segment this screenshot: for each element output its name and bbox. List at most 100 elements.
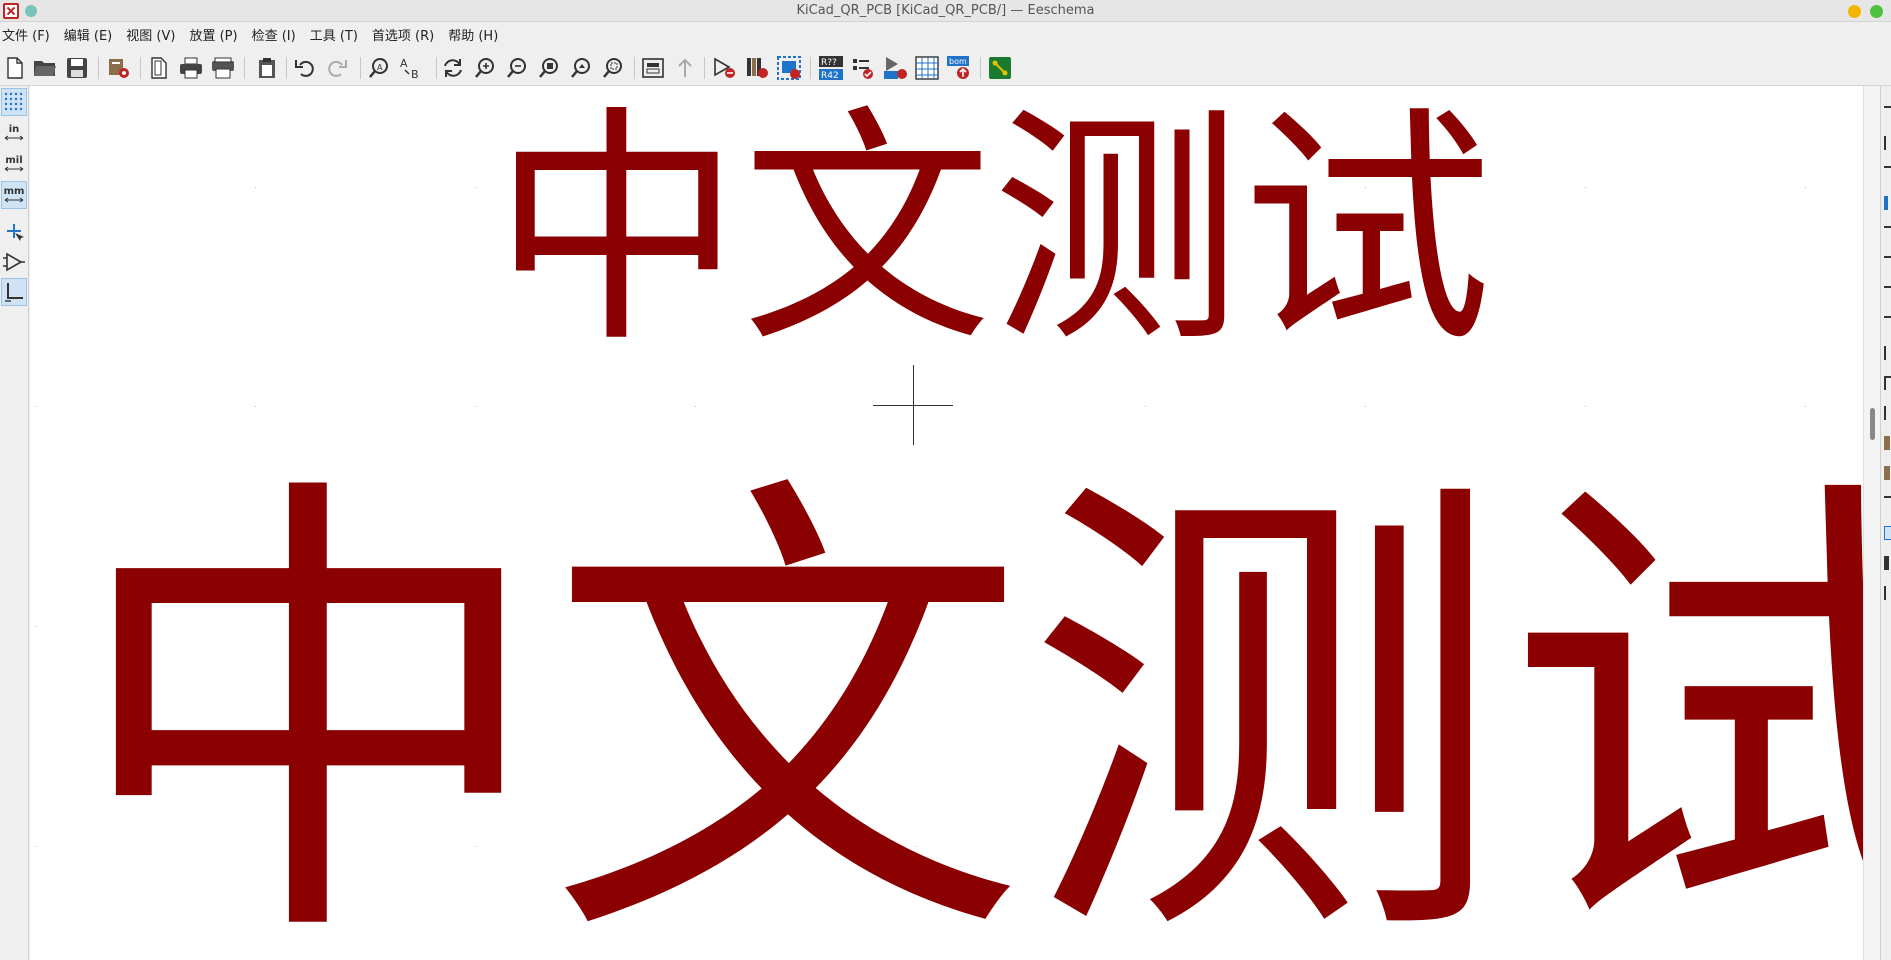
toolbar-separator: [360, 57, 361, 79]
menu-file[interactable]: 文件 (F): [2, 25, 56, 44]
print-icon[interactable]: [178, 55, 204, 81]
add-text-icon[interactable]: [1884, 526, 1891, 540]
find-icon[interactable]: A: [366, 55, 392, 81]
toolbar-separator: [634, 57, 635, 79]
zoom-objects-icon[interactable]: [568, 55, 594, 81]
grid-dot: [475, 406, 476, 407]
svg-text:A: A: [377, 63, 383, 72]
grid-dot: [1585, 406, 1586, 407]
grid-toggle-icon[interactable]: [1, 88, 27, 116]
delete-tool-icon[interactable]: [1884, 586, 1891, 600]
grid-dot: [255, 187, 256, 188]
import-sheet-pin-icon[interactable]: [1884, 466, 1890, 480]
schematic-setup-icon[interactable]: [106, 55, 132, 81]
menu-tools[interactable]: 工具 (T): [310, 25, 364, 44]
bom-table-icon[interactable]: [914, 55, 940, 81]
grid-dots-icon: [4, 92, 23, 111]
units-millimeters-label: mm: [3, 186, 25, 197]
redo-icon[interactable]: [324, 55, 350, 81]
svg-text:B: B: [411, 68, 419, 80]
menu-edit[interactable]: 编辑 (E): [64, 25, 119, 44]
add-power-icon[interactable]: [1884, 196, 1888, 210]
scrollbar-thumb[interactable]: [1870, 408, 1875, 440]
zoom-fit-icon[interactable]: [536, 55, 562, 81]
cursor-style-icon[interactable]: [1, 218, 27, 246]
ruler-arrow-icon: [4, 197, 24, 203]
wire-angle-icon[interactable]: [1, 278, 27, 306]
svg-text:R42: R42: [821, 71, 839, 81]
find-replace-icon[interactable]: AB: [398, 55, 424, 81]
schematic-text-large[interactable]: 中文测试: [70, 480, 1863, 958]
add-global-label-icon[interactable]: [1884, 406, 1891, 420]
select-tool-icon[interactable]: [1884, 106, 1891, 120]
window-title: KiCad_QR_PCB [KiCad_QR_PCB/] — Eeschema: [796, 3, 1095, 18]
add-symbol-icon[interactable]: [1884, 166, 1891, 180]
cursor-crosshair-vertical: [913, 365, 914, 445]
zoom-in-icon[interactable]: [472, 55, 498, 81]
units-inches-button[interactable]: in: [1, 119, 27, 147]
highlight-net-icon[interactable]: [1884, 136, 1891, 150]
ruler-arrow-icon: [4, 135, 24, 141]
minimize-button[interactable]: [1848, 5, 1861, 18]
right-toolbar: [1880, 86, 1891, 960]
toolbar-separator: [704, 57, 705, 79]
units-millimeters-button[interactable]: mm: [1, 181, 27, 209]
undo-icon[interactable]: [292, 55, 318, 81]
page-settings-icon[interactable]: [146, 55, 172, 81]
units-mils-label: mil: [5, 155, 23, 166]
hierarchy-navigator-icon[interactable]: [640, 55, 666, 81]
hidden-pins-icon[interactable]: [1, 248, 27, 276]
paste-icon[interactable]: [254, 55, 280, 81]
svg-text:A: A: [400, 57, 408, 70]
symbol-browser-icon[interactable]: [744, 55, 770, 81]
grid-dot: [35, 846, 36, 847]
add-junction-icon[interactable]: [1884, 346, 1891, 360]
add-sheet-icon[interactable]: [1884, 436, 1890, 450]
grid-dot: [1585, 187, 1586, 188]
grid-dot: [1805, 187, 1806, 188]
add-label-icon[interactable]: [1884, 376, 1891, 390]
menu-preferences[interactable]: 首选项 (R): [372, 25, 440, 44]
menu-view[interactable]: 视图 (V): [126, 25, 181, 44]
plot-icon[interactable]: [210, 55, 236, 81]
grid-dot: [695, 406, 696, 407]
title-bar: KiCad_QR_PCB [KiCad_QR_PCB/] — Eeschema: [0, 0, 1891, 22]
schematic-canvas[interactable]: 中文测试 中文测试: [30, 86, 1863, 960]
footprint-assign-icon[interactable]: [882, 55, 908, 81]
menu-place[interactable]: 放置 (P): [189, 25, 243, 44]
symbol-editor-icon[interactable]: [712, 55, 738, 81]
pcb-editor-icon[interactable]: [987, 55, 1013, 81]
new-schematic-icon[interactable]: [2, 55, 28, 81]
grid-dot: [475, 187, 476, 188]
leave-sheet-icon[interactable]: [672, 55, 698, 81]
save-icon[interactable]: [64, 55, 90, 81]
zoom-out-icon[interactable]: [504, 55, 530, 81]
bom-generate-icon[interactable]: bom: [946, 55, 972, 81]
refresh-icon[interactable]: [440, 55, 466, 81]
zoom-selection-icon[interactable]: [600, 55, 626, 81]
units-mils-button[interactable]: mil: [1, 150, 27, 178]
add-wire-icon[interactable]: [1884, 226, 1891, 240]
add-no-connect-icon[interactable]: [1884, 316, 1891, 330]
toolbar-separator: [436, 57, 437, 79]
svg-text:bom: bom: [949, 57, 967, 66]
annotate-icon[interactable]: R?? R42: [818, 55, 844, 81]
ruler-arrow-icon: [4, 166, 24, 172]
erc-icon[interactable]: [850, 55, 876, 81]
add-bus-icon[interactable]: [1884, 256, 1891, 270]
toolbar-separator: [286, 57, 287, 79]
open-icon[interactable]: [32, 55, 58, 81]
toolbar-separator: [140, 57, 141, 79]
menu-bar: 文件 (F) 编辑 (E) 视图 (V) 放置 (P) 检查 (I) 工具 (T…: [0, 22, 1891, 46]
menu-help[interactable]: 帮助 (H): [448, 25, 504, 44]
add-entry-icon[interactable]: [1884, 286, 1891, 300]
vertical-scrollbar[interactable]: [1863, 86, 1880, 960]
grid-dot: [1805, 406, 1806, 407]
update-pcb-icon[interactable]: [776, 55, 802, 81]
add-image-icon[interactable]: [1884, 556, 1889, 570]
grid-dot: [1365, 406, 1366, 407]
menu-inspect[interactable]: 检查 (I): [252, 25, 302, 44]
add-graphic-line-icon[interactable]: [1884, 496, 1891, 510]
schematic-text-small[interactable]: 中文测试: [492, 106, 1492, 356]
maximize-button[interactable]: [1870, 5, 1883, 18]
